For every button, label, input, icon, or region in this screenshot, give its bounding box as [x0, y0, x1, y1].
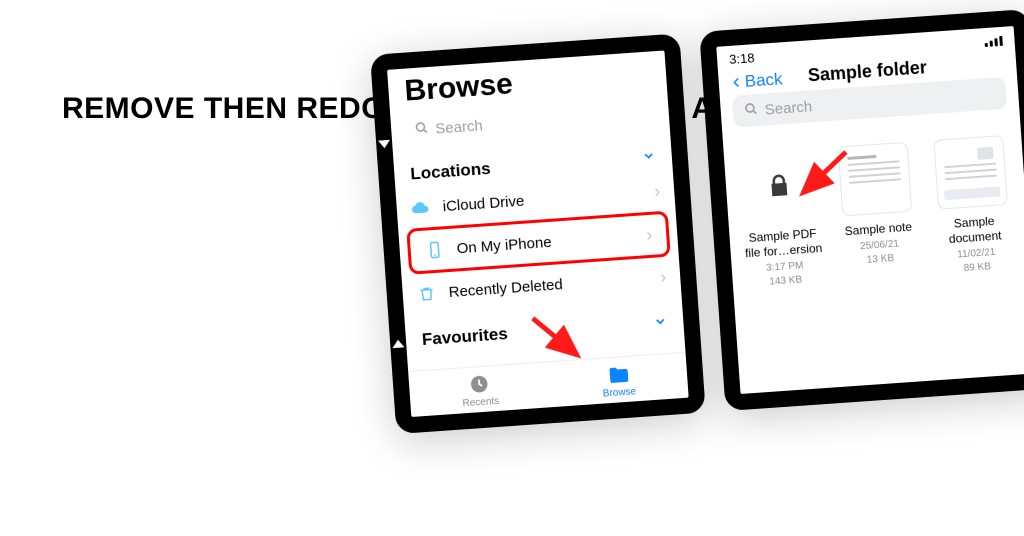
file-size: 143 KB	[769, 273, 803, 289]
phone-icon	[424, 239, 445, 260]
screenshots-strip: Browse Search Locations iCloud Drive ›	[370, 8, 1024, 464]
search-placeholder: Search	[764, 98, 813, 118]
chevron-right-icon: ›	[659, 266, 666, 287]
lock-icon	[763, 168, 795, 204]
file-thumb	[742, 148, 817, 223]
search-icon	[413, 119, 430, 140]
phone-folder: 3:18 Back Sample folder Search Sample PD…	[699, 9, 1024, 411]
tab-label: Browse	[602, 386, 636, 399]
search-placeholder: Search	[435, 117, 484, 137]
chevron-down-icon	[641, 147, 656, 168]
chevron-right-icon: ›	[646, 224, 653, 245]
file-size: 89 KB	[963, 260, 991, 276]
file-size: 13 KB	[866, 252, 894, 268]
clock-icon	[468, 372, 491, 395]
tab-browse[interactable]: Browse	[601, 362, 637, 399]
location-label: iCloud Drive	[442, 192, 525, 215]
tab-bar: Recents Browse	[408, 352, 689, 417]
file-sample-pdf[interactable]: Sample PDF file for…ersion 3:17 PM 143 K…	[736, 148, 827, 291]
chevron-left-icon	[730, 74, 743, 91]
back-label: Back	[744, 69, 783, 92]
file-name: Sample document	[933, 212, 1017, 248]
signal-icon	[984, 35, 1003, 46]
file-sample-note[interactable]: Sample note 25/06/21 13 KB	[832, 141, 923, 284]
location-label: Recently Deleted	[448, 276, 563, 301]
favourites-label: Favourites	[421, 324, 508, 350]
tab-label: Recents	[462, 396, 499, 410]
locations-label: Locations	[410, 159, 491, 185]
status-time: 3:18	[729, 50, 755, 67]
files-grid: Sample PDF file for…ersion 3:17 PM 143 K…	[723, 116, 1024, 292]
chevron-right-icon: ›	[653, 181, 660, 202]
cloud-icon	[410, 197, 431, 218]
location-label: On My iPhone	[456, 233, 552, 257]
search-icon	[742, 100, 759, 121]
file-name: Sample PDF file for…ersion	[741, 226, 825, 262]
tab-recents[interactable]: Recents	[460, 372, 499, 409]
trash-icon	[416, 283, 437, 304]
chevron-down-icon	[653, 313, 668, 334]
folder-icon	[606, 363, 629, 386]
phone-browse: Browse Search Locations iCloud Drive ›	[370, 33, 706, 434]
file-sample-document[interactable]: Sample document 11/02/21 89 KB	[927, 135, 1018, 278]
file-thumb	[838, 142, 913, 217]
file-name: Sample note	[844, 220, 912, 240]
file-thumb	[933, 135, 1008, 210]
